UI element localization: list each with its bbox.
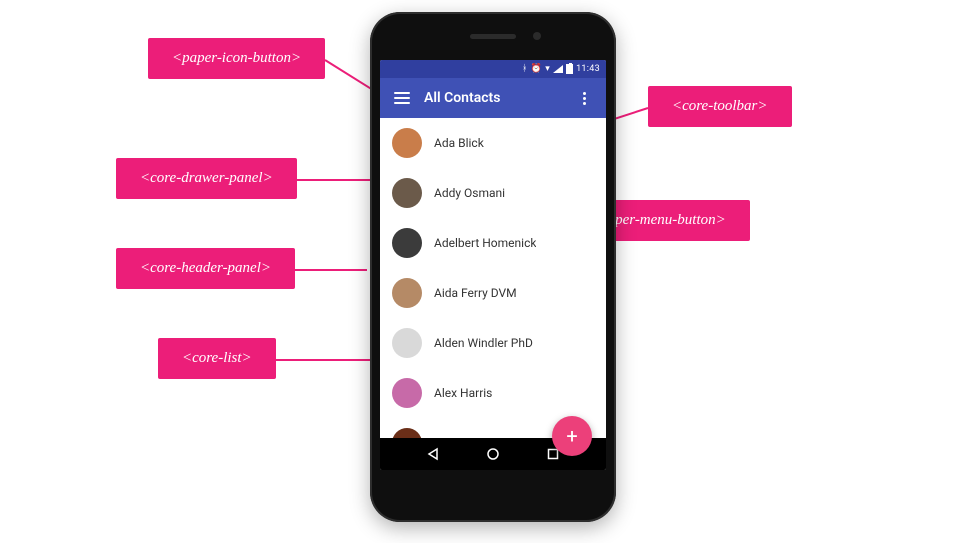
list-item[interactable]: Alden Windler PhD [380, 318, 606, 368]
more-vert-icon [583, 92, 586, 105]
avatar [392, 328, 422, 358]
bluetooth-icon: ᚼ [522, 64, 528, 74]
avatar [392, 178, 422, 208]
toolbar-title: All Contacts [418, 90, 568, 106]
menu-button[interactable] [386, 82, 418, 114]
app-toolbar: All Contacts [380, 78, 606, 118]
alarm-icon: ⏰ [531, 64, 543, 74]
annotation-text: <core-drawer-panel> [140, 170, 273, 186]
phone-mockup: ᚼ ⏰ ▾ 11:43 All Contacts Ada Blick Addy O… [370, 12, 616, 522]
contact-name: Adelbert Homenick [434, 236, 536, 250]
phone-screen: ᚼ ⏰ ▾ 11:43 All Contacts Ada Blick Addy O… [380, 60, 606, 470]
annotation-core-drawer-panel: <core-drawer-panel> [116, 158, 297, 199]
battery-icon [566, 64, 573, 74]
home-icon[interactable] [486, 447, 500, 461]
contact-name: Alden Windler PhD [434, 336, 533, 350]
phone-speaker [470, 34, 516, 39]
list-item[interactable]: Addy Osmani [380, 168, 606, 218]
avatar [392, 428, 422, 438]
fab-add-button[interactable]: + [552, 416, 592, 456]
contact-name: Ada Blick [434, 136, 484, 150]
plus-icon: + [566, 424, 577, 448]
contact-name: Alex Harris [434, 386, 492, 400]
annotation-core-toolbar: <core-toolbar> [648, 86, 792, 127]
list-item[interactable]: Ada Blick [380, 118, 606, 168]
avatar [392, 228, 422, 258]
android-statusbar: ᚼ ⏰ ▾ 11:43 [380, 60, 606, 78]
annotation-text: <core-list> [182, 350, 252, 366]
signal-icon [553, 65, 563, 73]
annotation-core-header-panel: <core-header-panel> [116, 248, 295, 289]
avatar [392, 278, 422, 308]
annotation-core-list: <core-list> [158, 338, 276, 379]
contact-list: Ada Blick Addy Osmani Adelbert Homenick Aid… [380, 118, 606, 438]
annotation-paper-icon-button: <paper-icon-button> [148, 38, 325, 79]
annotation-text: <core-header-panel> [140, 260, 271, 276]
list-item[interactable]: Aida Ferry DVM [380, 268, 606, 318]
list-item[interactable]: Alex Harris [380, 368, 606, 418]
contact-name: Addy Osmani [434, 186, 505, 200]
wifi-icon: ▾ [545, 64, 550, 74]
avatar [392, 378, 422, 408]
annotation-text: <core-toolbar> [672, 98, 768, 114]
hamburger-icon [394, 92, 410, 104]
statusbar-time: 11:43 [576, 64, 600, 74]
contact-name: Aida Ferry DVM [434, 286, 517, 300]
overflow-menu-button[interactable] [568, 82, 600, 114]
phone-camera [533, 32, 541, 40]
list-item[interactable]: Adelbert Homenick [380, 218, 606, 268]
avatar [392, 128, 422, 158]
back-icon[interactable] [426, 447, 440, 461]
annotation-text: <paper-icon-button> [172, 50, 301, 66]
